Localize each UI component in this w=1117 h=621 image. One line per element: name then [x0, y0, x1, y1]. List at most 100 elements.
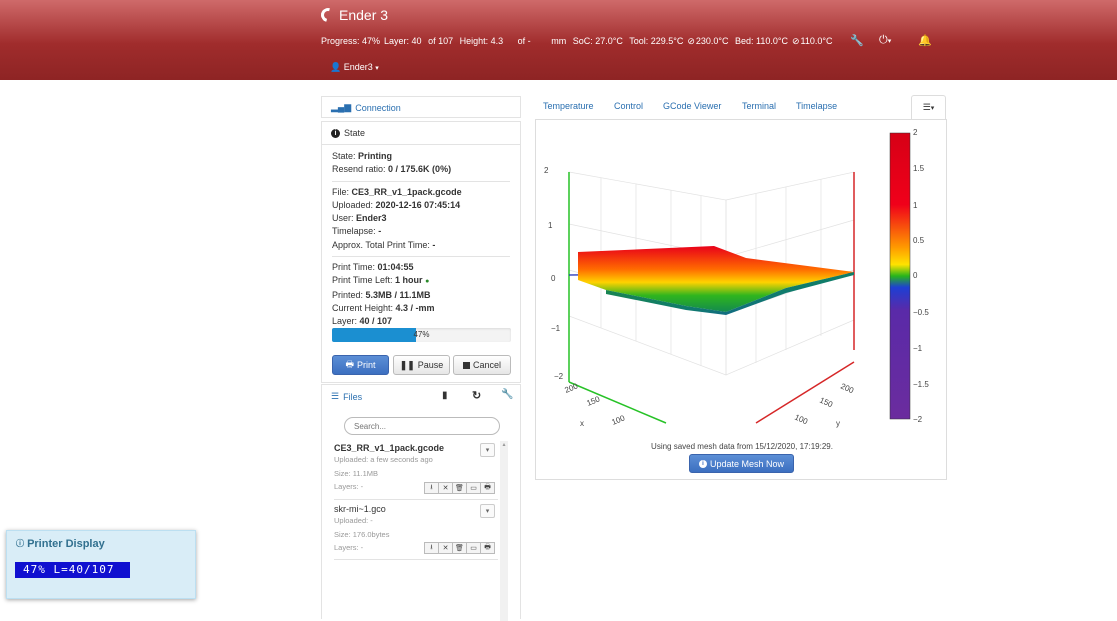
- print-file-icon[interactable]: 🖶: [480, 482, 495, 494]
- print-file-icon[interactable]: 🖶: [480, 542, 495, 554]
- state-row: Current Height: 4.3 / -mm: [332, 302, 435, 313]
- status-tool-target: 230.0°C: [695, 36, 729, 46]
- folder-open-icon[interactable]: ▭: [466, 482, 481, 494]
- user-name: Ender3: [343, 62, 373, 72]
- status-height-total: of -: [517, 36, 531, 46]
- divider: [334, 499, 498, 500]
- status-tool: Tool: 229.5°C: [629, 36, 684, 46]
- status-unit: mm: [551, 36, 567, 46]
- file-name: skr-mi~1.gco: [334, 504, 386, 514]
- tab-terminal[interactable]: Terminal: [742, 101, 776, 111]
- octoprint-logo-icon: [318, 5, 338, 25]
- print-progress-label: 47%: [413, 330, 430, 339]
- connection-title: Connection: [355, 102, 401, 113]
- pause-icon: ❚❚: [399, 359, 415, 370]
- trash-icon[interactable]: 🗑: [452, 542, 467, 554]
- file-list-scrollbar[interactable]: ▴: [500, 441, 508, 621]
- tab-overflow-menu[interactable]: ☰ ▾: [911, 95, 946, 119]
- colorbar-tick: 0: [913, 271, 918, 280]
- tab-timelapse[interactable]: Timelapse: [796, 101, 837, 111]
- info-icon: i: [331, 128, 340, 138]
- colorbar-tick: −2: [913, 415, 923, 424]
- tab-gcode-viewer[interactable]: GCode Viewer: [663, 101, 721, 111]
- divider: [334, 559, 498, 560]
- file-expand-button[interactable]: ▾: [480, 443, 495, 457]
- mesh-surface-top: [578, 246, 854, 312]
- state-row: Resend ratio: 0 / 175.6K (0%): [332, 164, 452, 175]
- file-size: Size: 176.0bytes: [334, 529, 390, 539]
- download-icon[interactable]: ⭳: [424, 482, 439, 494]
- pause-button[interactable]: ❚❚ Pause: [393, 355, 450, 375]
- refresh-icon[interactable]: ↻: [472, 389, 481, 402]
- file-uploaded: Uploaded: a few seconds ago: [334, 455, 433, 464]
- files-header[interactable]: ☰ Files: [322, 385, 520, 408]
- signal-icon: ▂▄▆: [331, 102, 352, 112]
- colorbar-tick: 1: [913, 201, 918, 210]
- file-actions: ⭳ ✕ 🗑 ▭ 🖶: [424, 482, 495, 494]
- state-row: Layer: 40 / 107: [332, 316, 393, 327]
- trash-icon[interactable]: 🗑: [452, 482, 467, 494]
- z-tick: 2: [544, 166, 549, 175]
- wrench-icon[interactable]: 🔧: [501, 389, 513, 400]
- chevron-down-icon: ▾: [485, 447, 490, 454]
- state-header[interactable]: i State: [322, 122, 520, 145]
- state-panel: i State State: Printing Resend ratio: 0 …: [321, 121, 521, 383]
- power-icon[interactable]: ⏻▾: [879, 34, 891, 47]
- navbar: Ender 3 Progress: 47% Layer: 40 of 107 He…: [0, 0, 1117, 80]
- x-tick: 150: [585, 394, 601, 408]
- menu-icon: ☰: [922, 102, 931, 112]
- remove-icon[interactable]: ✕: [438, 482, 453, 494]
- bed-mesh-plot[interactable]: 2 1.5 1 0.5 0 −0.5 −1 −1.5 −2 2 1 0 −1 −…: [536, 120, 946, 438]
- colorbar-tick: −1.5: [913, 380, 929, 389]
- z-tick: 0: [551, 274, 556, 283]
- files-panel: ☰ Files ▮ ↻ 🔧 ▴ CE3_RR_v1_1pack.gcode Up…: [321, 384, 521, 621]
- file-expand-button[interactable]: ▾: [480, 504, 495, 518]
- user-icon: 👤: [330, 62, 342, 72]
- state-row: Print Time: 01:04:55: [332, 262, 414, 273]
- download-icon[interactable]: ⭳: [424, 542, 439, 554]
- tab-control[interactable]: Control: [614, 101, 643, 111]
- scroll-up-icon: ▴: [502, 442, 506, 448]
- folder-open-icon[interactable]: ▭: [466, 542, 481, 554]
- state-row: Timelapse: -: [332, 226, 382, 237]
- y-tick: 150: [818, 396, 834, 410]
- wrench-icon[interactable]: 🔧: [850, 34, 864, 47]
- file-item[interactable]: CE3_RR_v1_1pack.gcode Uploaded: a few se…: [334, 443, 498, 499]
- colorbar-tick: −0.5: [913, 308, 929, 317]
- y-tick: 200: [839, 382, 855, 396]
- x-axis-label: x: [580, 419, 584, 428]
- y-tick: 100: [793, 413, 809, 427]
- files-title: Files: [343, 391, 363, 402]
- update-mesh-button[interactable]: i Update Mesh Now: [689, 454, 794, 473]
- state-body: State: Printing Resend ratio: 0 / 175.6K…: [322, 145, 520, 334]
- file-uploaded: Uploaded: -: [334, 516, 373, 525]
- info-icon: i: [698, 459, 707, 468]
- sd-card-icon[interactable]: ▮: [442, 390, 448, 401]
- remove-icon[interactable]: ✕: [438, 542, 453, 554]
- state-row: Printed: 5.3MB / 11.1MB: [332, 289, 431, 300]
- colorbar-tick: 0.5: [913, 236, 925, 245]
- connection-header[interactable]: ▂▄▆ Connection: [322, 97, 520, 118]
- tab-temperature[interactable]: Temperature: [543, 101, 594, 111]
- bell-icon[interactable]: 🔔: [918, 34, 932, 47]
- y-axis-label: y: [836, 419, 840, 428]
- file-search-input[interactable]: [344, 417, 500, 435]
- state-row: User: Ender3: [332, 213, 387, 224]
- file-item[interactable]: skr-mi~1.gco Uploaded: - Size: 176.0byte…: [334, 504, 498, 560]
- caret-down-icon: ▾: [930, 104, 935, 112]
- print-progress: 47%: [332, 328, 511, 342]
- z-tick: −2: [554, 372, 564, 381]
- mesh-caption: Using saved mesh data from 15/12/2020, 1…: [651, 442, 833, 451]
- user-menu[interactable]: 👤 Ender3 ▾: [330, 62, 379, 73]
- print-button[interactable]: 🖶 Print: [332, 355, 389, 375]
- cancel-button[interactable]: Cancel: [453, 355, 511, 375]
- file-size: Size: 11.1MB: [334, 468, 379, 478]
- y-base-line: [755, 361, 855, 424]
- colorbar: [889, 132, 911, 420]
- target-icon: ⊘: [791, 36, 800, 46]
- colorbar-tick: −1: [913, 344, 923, 353]
- brand[interactable]: Ender 3: [318, 5, 389, 25]
- app-title: Ender 3: [339, 7, 389, 23]
- colorbar-tick: 1.5: [913, 164, 925, 173]
- bed-mesh-panel: 2 1.5 1 0.5 0 −0.5 −1 −1.5 −2 2 1 0 −1 −…: [535, 119, 947, 480]
